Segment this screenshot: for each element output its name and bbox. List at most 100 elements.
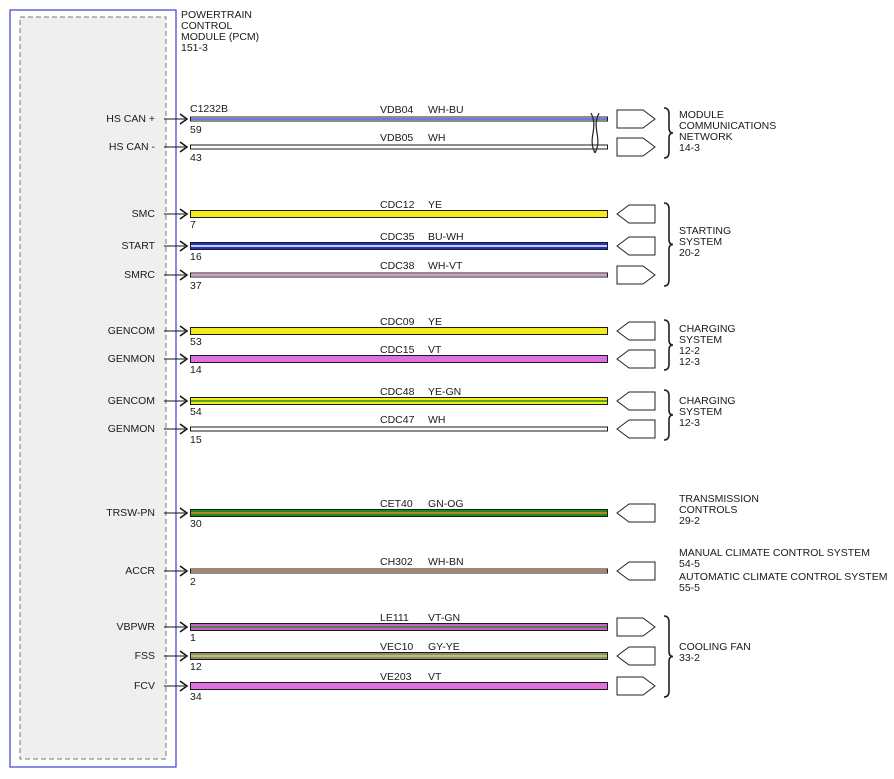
wire-stripe-color [191, 512, 607, 514]
destination-label: 29-2 [679, 515, 700, 527]
wire-base-color [191, 356, 607, 362]
destination-label: 54-5 [679, 558, 700, 570]
brace-icon [663, 202, 674, 287]
pin-number: 53 [190, 336, 202, 348]
connector-label: C1232B [190, 103, 228, 115]
circuit-number: CDC35 [380, 231, 415, 243]
wire-cdc12: SMC 7 CDC12 YE [132, 199, 656, 231]
destination-3: CHARGINGSYSTEM12-212-3 [663, 319, 736, 371]
pin-signal-label: SMC [132, 208, 156, 220]
connector-terminal-icon [616, 617, 656, 637]
wire-stripe-color [191, 626, 607, 628]
circuit-number: CDC09 [380, 316, 415, 328]
connector-terminal-icon [616, 391, 656, 411]
pin-number: 54 [190, 406, 202, 418]
connector-terminal-icon [616, 137, 656, 157]
wire-vdb05: HS CAN - 43 VDB05 WH [109, 132, 656, 164]
pin-number: 1 [190, 632, 196, 644]
brace-icon [663, 107, 674, 159]
connector-terminal-icon [616, 646, 656, 666]
pin-signal-label: GENCOM [108, 325, 155, 337]
wire-stripe-color [191, 245, 607, 247]
brace-icon [663, 319, 674, 371]
pin-signal-label: GENMON [108, 353, 155, 365]
destination-label: 14-3 [679, 142, 700, 154]
connector-terminal-icon [616, 676, 656, 696]
destination-label: MANUAL CLIMATE CONTROL SYSTEM [679, 547, 870, 559]
wire-base-color [191, 683, 607, 689]
wire-stripe-color [191, 570, 607, 572]
destination-label: 55-5 [679, 582, 700, 594]
pin-number: 43 [190, 152, 202, 164]
brace-icon [663, 389, 674, 441]
destination-8: COOLING FAN33-2 [663, 615, 751, 698]
destination-5: TRANSMISSIONCONTROLS29-2 [679, 493, 759, 527]
destination-label: 12-3 [679, 417, 700, 429]
wire-base-color [191, 328, 607, 334]
color-code: WH [428, 414, 446, 426]
wire-stripe-color [191, 655, 607, 657]
pin-number: 14 [190, 364, 202, 376]
circuit-number: CDC47 [380, 414, 415, 426]
circuit-number: CDC48 [380, 386, 415, 398]
pin-signal-label: FCV [134, 680, 155, 692]
destination-label: 33-2 [679, 652, 700, 664]
color-code: WH [428, 132, 446, 144]
pin-signal-label: FSS [135, 650, 155, 662]
color-code: VT [428, 671, 442, 683]
connector-terminal-icon [616, 109, 656, 129]
pin-signal-label: HS CAN - [109, 141, 156, 153]
wire-cdc35: START 16 CDC35 BU-WH [122, 231, 656, 263]
destinations-layer: MODULECOMMUNICATIONSNETWORK14-3 STARTINGS… [663, 107, 887, 698]
color-code: VT [428, 344, 442, 356]
circuit-number: CET40 [380, 498, 413, 510]
wire-stripe-color [191, 274, 607, 276]
destination-6: MANUAL CLIMATE CONTROL SYSTEM54-5 [679, 547, 870, 570]
pin-signal-label: HS CAN + [106, 113, 155, 125]
wire-cdc15: GENMON 14 CDC15 VT [108, 344, 656, 376]
wire-base-color [191, 211, 607, 217]
pin-number: 2 [190, 576, 196, 588]
destination-label: 12-3 [679, 356, 700, 368]
connector-terminal-icon [616, 204, 656, 224]
color-code: GN-OG [428, 498, 464, 510]
circuit-number: VEC10 [380, 641, 413, 653]
pin-signal-label: TRSW-PN [106, 507, 155, 519]
pin-signal-label: START [122, 240, 156, 252]
wiring-diagram: POWERTRAIN CONTROL MODULE (PCM) 151-3 C1… [9, 9, 887, 768]
destination-1: MODULECOMMUNICATIONSNETWORK14-3 [663, 107, 776, 159]
destination-4: CHARGINGSYSTEM12-3 [663, 389, 736, 441]
wire-cet40: TRSW-PN 30 CET40 GN-OG [106, 498, 656, 530]
module-label-line-4: 151-3 [181, 42, 208, 54]
pin-signal-label: SMRC [124, 269, 155, 281]
wire-stripe-color [191, 400, 607, 402]
brace-icon [663, 615, 674, 698]
color-code: VT-GN [428, 612, 460, 624]
connector-terminal-icon [616, 236, 656, 256]
wire-le111: VBPWR 1 LE111 VT-GN [116, 612, 656, 644]
color-code: WH-BN [428, 556, 464, 568]
circuit-number: VDB05 [380, 132, 413, 144]
pin-signal-label: GENMON [108, 423, 155, 435]
connector-terminal-icon [616, 349, 656, 369]
wire-ch302: ACCR 2 CH302 WH-BN [125, 556, 656, 588]
destination-7: AUTOMATIC CLIMATE CONTROL SYSTEM55-5 [679, 571, 887, 594]
pin-number: 37 [190, 280, 202, 292]
color-code: WH-BU [428, 104, 464, 116]
wire-ve203: FCV 34 VE203 VT [134, 671, 656, 703]
wire-base-color [191, 145, 607, 149]
destination-label: 20-2 [679, 247, 700, 259]
circuit-number: VE203 [380, 671, 412, 683]
module-inner-outline [19, 16, 167, 760]
circuit-number: CDC38 [380, 260, 415, 272]
color-code: YE [428, 316, 442, 328]
connector-terminal-icon [616, 321, 656, 341]
pin-number: 30 [190, 518, 202, 530]
color-code: WH-VT [428, 260, 463, 272]
pin-number: 7 [190, 219, 196, 231]
color-code: GY-YE [428, 641, 460, 653]
color-code: BU-WH [428, 231, 464, 243]
destination-label: AUTOMATIC CLIMATE CONTROL SYSTEM [679, 571, 887, 583]
wire-cdc38: SMRC 37 CDC38 WH-VT [124, 260, 656, 292]
color-code: YE [428, 199, 442, 211]
